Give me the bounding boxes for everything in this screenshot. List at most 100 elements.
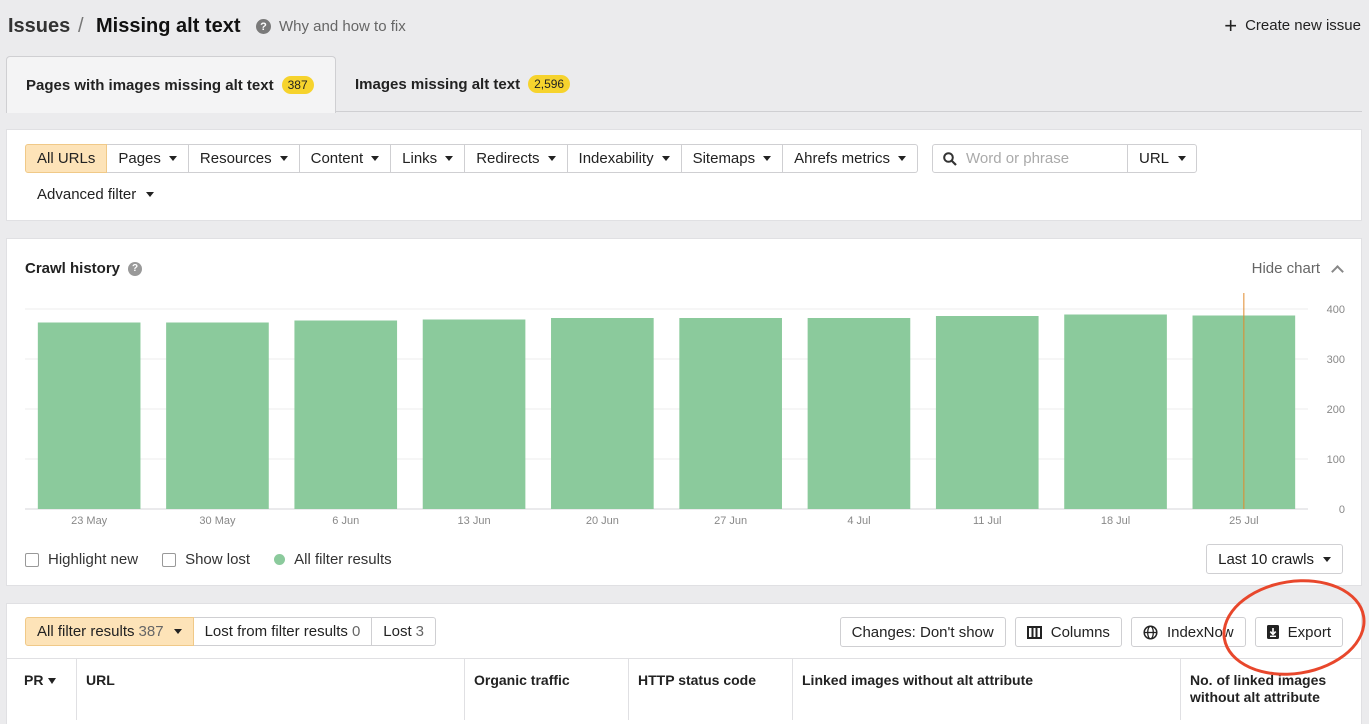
indexnow-button[interactable]: IndexNow	[1130, 617, 1246, 647]
advanced-filter-button[interactable]: Advanced filter	[37, 186, 155, 203]
create-issue-label: Create new issue	[1245, 17, 1361, 34]
bar	[807, 318, 911, 509]
all-filter-results-tab[interactable]: All filter results 387	[25, 617, 194, 646]
show-lost-checkbox[interactable]: Show lost	[162, 551, 250, 568]
column-label: No. of linked images without alt attribu…	[1190, 672, 1327, 705]
caret-down-icon	[279, 156, 288, 161]
filter-label: All URLs	[37, 150, 96, 167]
tab-images-missing-alt[interactable]: Images missing alt text 2,596	[336, 56, 589, 112]
lost-from-filter-tab[interactable]: Lost from filter results 0	[193, 617, 373, 646]
x-tick-label: 18 Jul	[1101, 515, 1130, 527]
column-header-http-status[interactable]: HTTP status code	[629, 659, 793, 720]
globe-icon	[1143, 624, 1158, 640]
export-button[interactable]: Export	[1254, 617, 1343, 647]
filter-label: Links	[402, 150, 438, 167]
y-tick-label: 0	[1339, 504, 1345, 516]
columns-button[interactable]: Columns	[1014, 617, 1122, 647]
x-tick-label: 30 May	[199, 515, 236, 527]
y-tick-label: 300	[1327, 354, 1345, 366]
breadcrumb-issues[interactable]: Issues	[8, 15, 70, 38]
filter-content[interactable]: Content	[299, 144, 392, 173]
search-scope-select[interactable]: URL	[1127, 144, 1197, 173]
series-dot	[274, 554, 286, 565]
help-link-label: Why and how to fix	[279, 18, 406, 35]
caret-down-icon	[661, 156, 670, 161]
hide-chart-button[interactable]: Hide chart	[1251, 260, 1344, 278]
filter-redirects[interactable]: Redirects	[465, 144, 568, 173]
plus-icon: +	[1224, 13, 1238, 38]
search-box	[932, 144, 1128, 173]
tab-label: All filter results	[37, 623, 135, 640]
bar	[1064, 314, 1167, 509]
filter-ahrefs-metrics[interactable]: Ahrefs metrics	[783, 144, 918, 173]
x-tick-label: 23 May	[71, 515, 108, 527]
caret-down-icon	[1323, 556, 1331, 562]
indexnow-label: IndexNow	[1166, 623, 1234, 641]
x-tick-label: 20 Jun	[586, 515, 619, 527]
filter-pages[interactable]: Pages	[107, 144, 189, 173]
column-header-pr[interactable]: PR	[7, 659, 77, 720]
changes-button[interactable]: Changes: Don't show	[839, 617, 1006, 647]
hide-chart-label: Hide chart	[1251, 260, 1320, 277]
tab-label: Lost	[383, 623, 412, 640]
checkbox-icon	[162, 552, 177, 567]
crawl-range-select[interactable]: Last 10 crawls	[1206, 544, 1343, 574]
filter-sitemaps[interactable]: Sitemaps	[681, 144, 784, 173]
column-header-url[interactable]: URL	[77, 659, 465, 720]
bar	[551, 318, 654, 509]
filter-label: Resources	[199, 150, 272, 167]
highlight-new-label: Highlight new	[48, 551, 139, 568]
checkbox-icon	[25, 552, 39, 567]
column-label: Linked images without alt attribute	[802, 672, 1034, 688]
caret-down-icon	[371, 156, 380, 161]
caret-down-icon	[445, 156, 454, 161]
filter-links[interactable]: Links	[391, 144, 466, 173]
show-lost-label: Show lost	[185, 551, 251, 568]
filter-resources[interactable]: Resources	[188, 144, 300, 173]
tab-label: Lost from filter results	[204, 623, 348, 640]
filter-panel: All URLs Pages Resources Content Links R…	[6, 129, 1362, 221]
caret-down-icon	[897, 156, 906, 161]
tab-count: 387	[138, 623, 164, 640]
column-header-linked-images[interactable]: Linked images without alt attribute	[793, 659, 1181, 720]
count-badge: 387	[281, 76, 314, 94]
filter-label: Ahrefs metrics	[794, 150, 890, 167]
lost-tab[interactable]: Lost 3	[372, 617, 436, 646]
filter-all-urls[interactable]: All URLs	[25, 144, 108, 173]
chevron-up-icon	[1331, 264, 1344, 278]
advanced-filter-label: Advanced filter	[37, 186, 137, 203]
column-header-num-linked-images[interactable]: No. of linked images without alt attribu…	[1181, 659, 1361, 720]
help-icon[interactable]: ?	[128, 261, 143, 276]
columns-label: Columns	[1050, 623, 1110, 641]
bar	[679, 318, 782, 509]
filter-label: Pages	[118, 150, 161, 167]
export-label: Export	[1287, 623, 1331, 641]
filter-label: Content	[310, 150, 364, 167]
search-input[interactable]	[966, 150, 1116, 167]
caret-down-icon	[173, 629, 182, 634]
tab-label: Images missing alt text	[355, 75, 521, 93]
caret-down-icon	[168, 156, 177, 161]
y-tick-label: 100	[1327, 454, 1345, 466]
filter-label: Indexability	[578, 150, 654, 167]
y-tick-label: 400	[1327, 304, 1345, 316]
crawl-history-panel: Crawl history ? Hide chart 0 100 200 300 400…	[6, 238, 1362, 586]
column-label: URL	[86, 672, 115, 688]
changes-label: Changes: Don't show	[851, 623, 994, 641]
table-header: PR URL Organic traffic HTTP status code …	[7, 658, 1361, 720]
y-tick-label: 200	[1327, 404, 1345, 416]
crawl-range-label: Last 10 crawls	[1218, 550, 1314, 568]
breadcrumb-separator: /	[78, 15, 84, 37]
column-label: HTTP status code	[638, 672, 756, 688]
create-issue-button[interactable]: + Create new issue	[1224, 13, 1361, 38]
issue-tabs: Pages with images missing alt text 387 I…	[6, 56, 1362, 113]
column-header-organic-traffic[interactable]: Organic traffic	[465, 659, 629, 720]
results-panel: All filter results 387 Lost from filter …	[6, 603, 1362, 724]
why-how-fix-link[interactable]: ? Why and how to fix	[256, 18, 406, 35]
page-title: Missing alt text	[96, 15, 241, 37]
highlight-new-checkbox[interactable]: Highlight new	[25, 551, 138, 568]
bar	[294, 320, 398, 509]
filter-label: Redirects	[476, 150, 540, 167]
filter-indexability[interactable]: Indexability	[567, 144, 682, 173]
tab-pages-missing-alt[interactable]: Pages with images missing alt text 387	[6, 56, 336, 113]
